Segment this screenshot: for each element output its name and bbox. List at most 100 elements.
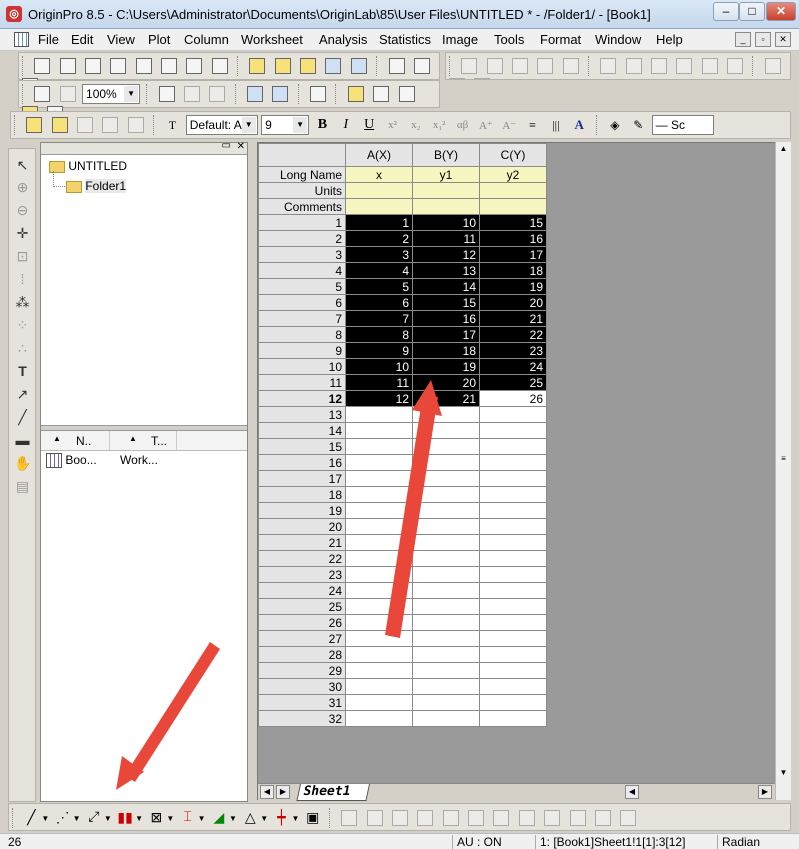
empty-cell[interactable] — [345, 422, 413, 439]
empty-cell[interactable] — [412, 438, 480, 455]
data-cell[interactable]: 25 — [479, 374, 547, 391]
import-multiple-icon[interactable] — [413, 58, 430, 74]
row-number[interactable]: 10 — [258, 358, 346, 375]
align-vertical-icon[interactable] — [442, 810, 459, 826]
empty-cell[interactable] — [345, 534, 413, 551]
menu-plot[interactable]: Plot — [148, 32, 170, 47]
data-cell[interactable]: 17 — [412, 326, 480, 343]
explorer-dock-icon[interactable]: ▭ — [222, 140, 231, 151]
new-layout-icon[interactable] — [186, 58, 203, 74]
row-number[interactable]: 4 — [258, 262, 346, 279]
column-plot-icon[interactable]: ▮▮ — [115, 810, 135, 827]
data-cell[interactable]: 6 — [345, 294, 413, 311]
template-library-icon[interactable]: ▣ — [303, 810, 323, 827]
data-cell[interactable]: 19 — [479, 278, 547, 295]
recalculate-icon[interactable] — [59, 86, 76, 102]
row-number[interactable]: 25 — [258, 598, 346, 615]
data-cell[interactable]: 17 — [479, 246, 547, 263]
subscript-icon[interactable]: x₂ — [406, 119, 426, 131]
data-cell[interactable]: 24 — [479, 358, 547, 375]
menu-file[interactable]: File — [38, 32, 59, 47]
empty-cell[interactable] — [345, 630, 413, 647]
empty-cell[interactable] — [479, 454, 547, 471]
data-cell[interactable]: 18 — [412, 342, 480, 359]
empty-cell[interactable] — [345, 710, 413, 727]
chevron-down-icon[interactable]: ▼ — [293, 117, 308, 133]
superscript-icon[interactable]: x² — [382, 119, 402, 131]
empty-cell[interactable] — [345, 598, 413, 615]
data-cell[interactable]: 15 — [412, 294, 480, 311]
row-number[interactable]: 32 — [258, 710, 346, 727]
empty-cell[interactable] — [345, 486, 413, 503]
data-cell[interactable]: 26 — [479, 390, 547, 407]
row-number[interactable]: 11 — [258, 374, 346, 391]
empty-cell[interactable] — [412, 454, 480, 471]
code-builder-icon[interactable] — [247, 86, 264, 102]
row-number[interactable]: 9 — [258, 342, 346, 359]
draw-data-icon[interactable]: ⁘ — [14, 317, 31, 334]
sheet-tab[interactable]: Sheet1 — [296, 784, 370, 801]
row-number[interactable]: 16 — [258, 454, 346, 471]
axis-right-icon[interactable] — [701, 58, 718, 74]
empty-cell[interactable] — [345, 566, 413, 583]
empty-cell[interactable] — [345, 454, 413, 471]
clock-icon[interactable] — [474, 78, 491, 79]
data-cell[interactable]: 7 — [345, 310, 413, 327]
data-cell[interactable]: 20 — [412, 374, 480, 391]
toolbar-grip[interactable] — [22, 56, 25, 76]
column-name-header[interactable]: N.. — [76, 434, 91, 448]
data-cell[interactable]: 23 — [479, 342, 547, 359]
new-worksheet-icon[interactable] — [59, 58, 76, 74]
menu-image[interactable]: Image — [442, 32, 478, 47]
mdi-close-button[interactable]: ✕ — [775, 32, 791, 47]
origin-app-icon[interactable]: ◎ — [6, 6, 22, 22]
project-explorer-icon[interactable] — [310, 86, 327, 102]
row-number[interactable]: 28 — [258, 646, 346, 663]
column-header[interactable]: B(Y) — [412, 143, 480, 167]
data-cell[interactable]: 14 — [412, 278, 480, 295]
chevron-down-icon[interactable]: ▼ — [241, 117, 256, 133]
close-button[interactable]: ✕ — [766, 2, 796, 21]
open-excel-icon[interactable] — [300, 58, 317, 74]
merge-graph-icon[interactable] — [537, 58, 554, 74]
long-name-cell[interactable]: x — [345, 166, 413, 183]
same-width-icon[interactable] — [493, 810, 510, 826]
empty-cell[interactable] — [412, 614, 480, 631]
empty-cell[interactable] — [345, 406, 413, 423]
row-number[interactable]: 5 — [258, 278, 346, 295]
axis-box-icon[interactable] — [625, 58, 642, 74]
chevron-down-icon[interactable]: ▼ — [260, 814, 268, 823]
data-cell[interactable]: 5 — [345, 278, 413, 295]
line-style-select[interactable]: — Sc — [651, 115, 714, 135]
erase-icon[interactable] — [127, 117, 144, 133]
rectangle-tool-icon[interactable]: ▬ — [14, 432, 31, 449]
label-cell[interactable] — [345, 182, 413, 199]
empty-cell[interactable] — [345, 502, 413, 519]
layer-arrange-icon[interactable] — [512, 58, 529, 74]
menu-format[interactable]: Format — [540, 32, 581, 47]
zoom-out-icon[interactable]: ⊖ — [14, 202, 31, 219]
layer-icon[interactable] — [486, 58, 503, 74]
data-cell[interactable]: 1 — [345, 214, 413, 231]
chevron-down-icon[interactable]: ▼ — [41, 814, 49, 823]
row-number[interactable]: 8 — [258, 326, 346, 343]
data-cell[interactable]: 20 — [479, 294, 547, 311]
mdi-restore-button[interactable]: ▫ — [755, 32, 771, 47]
axis-top-icon[interactable] — [727, 58, 744, 74]
font-size-select[interactable]: 9 ▼ — [261, 115, 310, 135]
align-left-icon[interactable] — [341, 810, 358, 826]
row-number[interactable]: 1 — [258, 214, 346, 231]
chevron-down-icon[interactable]: ▼ — [229, 814, 237, 823]
chevron-down-icon[interactable]: ▼ — [124, 86, 139, 102]
empty-cell[interactable] — [479, 502, 547, 519]
line-plot-icon[interactable]: ╱ — [21, 810, 41, 827]
data-cell[interactable]: 16 — [479, 230, 547, 247]
greek-icon[interactable]: αβ — [453, 119, 473, 131]
prev-sheet-icon[interactable]: ◀ — [260, 785, 274, 799]
hscroll-left-icon[interactable]: ◀ — [625, 785, 639, 799]
increase-font-icon[interactable]: A⁺ — [476, 119, 496, 132]
data-cell[interactable]: 22 — [479, 326, 547, 343]
column-header[interactable]: A(X) — [345, 143, 413, 167]
empty-cell[interactable] — [412, 598, 480, 615]
chevron-down-icon[interactable]: ▼ — [135, 814, 143, 823]
